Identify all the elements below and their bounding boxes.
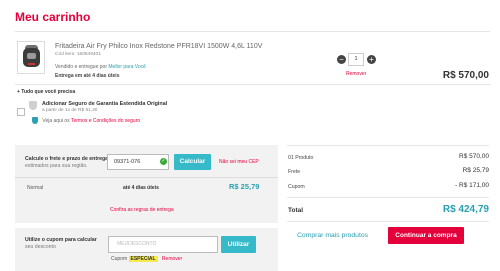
remove-product-link[interactable]: Remover	[346, 71, 366, 77]
applied-coupon: Cupom ESPECIAL Remover	[111, 256, 182, 262]
freight-label-title: Calcule o frete e prazo de entrega	[25, 156, 109, 162]
summary-freight-value: R$ 25,79	[462, 167, 489, 174]
terms-link[interactable]: Termos e Condições do seguro	[71, 118, 140, 124]
checkout-button[interactable]: Continuar a compra	[388, 227, 464, 244]
coupon-label-sub: seu desconto	[25, 243, 56, 250]
air-fryer-handle	[28, 63, 35, 65]
delivery-estimate: Entrega em até 4 dias úteis	[55, 73, 120, 79]
summary-total-label: Total	[288, 207, 304, 214]
summary-bottom-divider	[287, 221, 489, 222]
quantity-increase-button[interactable]: +	[367, 55, 376, 64]
air-fryer-window	[27, 53, 36, 59]
no-cep-link[interactable]: Não sei meu CEP	[219, 159, 259, 165]
warranty-title: Adicionar Seguro de Garantia Estendida O…	[42, 101, 168, 107]
shipping-time: até 4 dias úteis	[123, 185, 159, 191]
summary-total-divider	[287, 197, 489, 198]
header-divider	[15, 31, 490, 32]
product-price: R$ 570,00	[442, 70, 489, 81]
coupon-label-title: Utilize o cupom para calcular	[25, 237, 97, 243]
warranty-badge-icon	[29, 101, 37, 110]
warranty-checkbox[interactable]	[17, 108, 25, 116]
applied-coupon-prefix: Cupom	[111, 256, 128, 262]
summary-total-value: R$ 424,79	[442, 204, 489, 215]
remove-coupon-link[interactable]: Remover	[162, 256, 182, 262]
coupon-input[interactable]: MEUDESCONTO	[108, 236, 218, 253]
quantity-input[interactable]: 1	[348, 53, 364, 66]
warranty-price: a partir de 1x de R$ 51,30	[42, 108, 98, 113]
shield-icon	[32, 117, 38, 124]
page-title: Meu carrinho	[15, 10, 91, 24]
terms-prefix: Veja aqui os	[42, 117, 70, 124]
apply-coupon-button[interactable]: Utilizar	[221, 236, 256, 253]
shipping-type: Normal	[27, 185, 44, 191]
applied-coupon-code: ESPECIAL	[128, 256, 158, 262]
summary-coupon-value: - R$ 171,00	[455, 182, 489, 189]
summary-coupon-label: Cupom	[288, 184, 305, 190]
product-name[interactable]: Fritadeira Air Fry Philco Inox Redstone …	[55, 43, 262, 50]
quantity-decrease-button[interactable]: −	[337, 55, 346, 64]
more-products-link[interactable]: Comprar mais produtos	[297, 232, 368, 239]
summary-products-value: R$ 570,00	[459, 153, 489, 160]
product-code: Cód item: 150549401	[55, 52, 101, 57]
warranty-terms: Veja aqui os Termos e Condições do segur…	[32, 117, 140, 124]
delivery-rules-link[interactable]: Confira as regras de entrega	[110, 207, 174, 213]
check-circle-icon: ✓	[160, 158, 167, 165]
freight-divider	[15, 177, 278, 178]
freight-label: Calcule o frete e prazo de entrega estim…	[25, 156, 108, 169]
freight-label-sub: estimados para sua região.	[25, 162, 88, 169]
calculate-freight-button[interactable]: Calcular	[174, 154, 211, 170]
seller-info: Vendido e entregue por Mellor para Você	[55, 64, 146, 70]
coupon-label: Utilize o cupom para calcular seu descon…	[25, 237, 97, 250]
product-image[interactable]	[17, 41, 45, 74]
summary-products-label: 01 Produto	[288, 155, 314, 161]
summary-freight-label: Frete	[288, 169, 301, 175]
product-divider	[15, 84, 490, 85]
shipping-price: R$ 25,79	[229, 182, 260, 191]
summary-top-divider	[287, 145, 489, 146]
extras-title: + Tudo que você precisa	[17, 89, 76, 95]
seller-prefix: Vendido e entregue por	[55, 64, 107, 70]
seller-name[interactable]: Mellor para Você	[108, 64, 146, 70]
